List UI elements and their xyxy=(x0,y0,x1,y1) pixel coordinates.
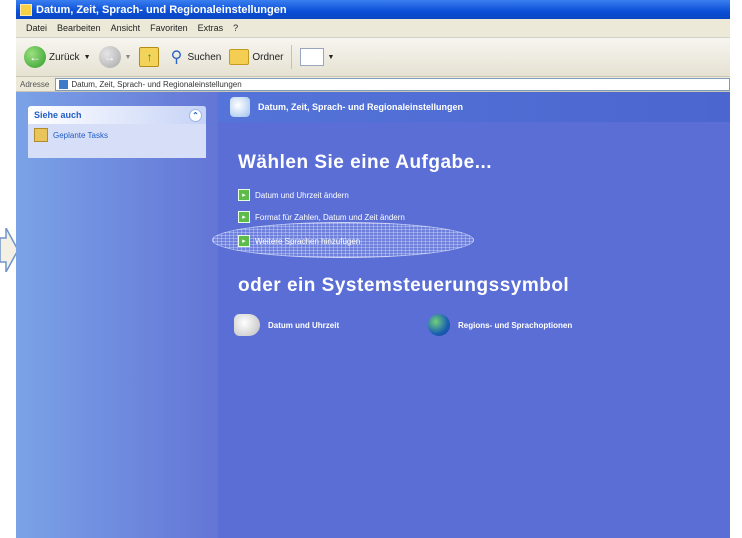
main-pane: Datum, Zeit, Sprach- und Regionaleinstel… xyxy=(212,92,730,538)
address-label: Adresse xyxy=(20,79,50,89)
control-panel-heading: oder ein Systemsteuerungssymbol xyxy=(238,275,570,296)
task-link-format[interactable]: ▸ Format für Zahlen, Datum und Zeit ände… xyxy=(238,211,405,223)
category-header: Datum, Zeit, Sprach- und Regionaleinstel… xyxy=(218,92,730,122)
task-arrow-icon: ▸ xyxy=(238,211,250,223)
back-label: Zurück xyxy=(49,51,80,63)
address-field[interactable]: Datum, Zeit, Sprach- und Regionaleinstel… xyxy=(55,77,730,91)
back-button[interactable]: ← Zurück ▼ xyxy=(24,46,91,68)
chevron-down-icon[interactable]: ▼ xyxy=(84,54,91,61)
menu-item-ansicht[interactable]: Ansicht xyxy=(111,23,141,33)
folders-label: Ordner xyxy=(252,51,284,63)
forward-button[interactable]: → ▼ xyxy=(98,46,132,68)
menu-item-favoriten[interactable]: Favoriten xyxy=(150,23,188,33)
collapse-chevron-icon[interactable]: ⌃ xyxy=(189,109,202,122)
search-button[interactable]: ⚲ Suchen xyxy=(167,48,222,66)
see-also-header[interactable]: Siehe auch ⌃ xyxy=(28,106,206,124)
folder-icon xyxy=(229,49,250,65)
clock-icon xyxy=(234,314,260,336)
folder-up-icon: ↑ xyxy=(139,47,160,67)
task-arrow-icon: ▸ xyxy=(238,189,250,201)
chevron-down-icon[interactable]: ▼ xyxy=(125,54,132,61)
window-title: Datum, Zeit, Sprach- und Regionaleinstel… xyxy=(36,3,287,16)
task-label: Weitere Sprachen hinzufügen xyxy=(255,236,361,246)
control-panel-item-date-time[interactable]: Datum und Uhrzeit xyxy=(234,314,339,336)
see-also-title: Siehe auch xyxy=(34,110,82,120)
task-link-languages[interactable]: ▸ Weitere Sprachen hinzufügen xyxy=(238,235,360,247)
control-panel-item-label: Regions- und Sprachoptionen xyxy=(458,320,573,330)
search-label: Suchen xyxy=(187,51,222,63)
sidebar-item-label: Geplante Tasks xyxy=(53,130,108,140)
task-label: Datum und Uhrzeit ändern xyxy=(255,190,349,200)
menu-item-help[interactable]: ? xyxy=(233,23,238,33)
up-button[interactable]: ↑ xyxy=(139,47,160,67)
chevron-down-icon: ▼ xyxy=(327,53,335,61)
menu-bar: Datei Bearbeiten Ansicht Favoriten Extra… xyxy=(16,19,730,38)
task-link-date-time[interactable]: ▸ Datum und Uhrzeit ändern xyxy=(238,189,349,201)
menu-item-datei[interactable]: Datei xyxy=(26,23,47,33)
sidebar: Siehe auch ⌃ Geplante Tasks xyxy=(16,92,218,538)
toolbar-separator xyxy=(291,45,293,69)
see-also-panel: Siehe auch ⌃ Geplante Tasks xyxy=(28,106,206,158)
scheduled-tasks-icon xyxy=(34,128,48,142)
back-arrow-icon: ← xyxy=(24,46,46,68)
control-panel-item-label: Datum und Uhrzeit xyxy=(268,320,340,330)
date-time-category-icon xyxy=(230,97,250,117)
views-button[interactable]: ▼ xyxy=(300,48,334,66)
sidebar-item-scheduled-tasks[interactable]: Geplante Tasks xyxy=(28,124,206,146)
folders-button[interactable]: Ordner xyxy=(229,49,283,65)
globe-icon xyxy=(428,314,450,336)
search-icon: ⚲ xyxy=(170,49,183,66)
task-heading: Wählen Sie eine Aufgabe... xyxy=(238,152,493,173)
window-icon xyxy=(20,3,32,16)
forward-arrow-icon: → xyxy=(98,46,121,68)
views-icon xyxy=(300,48,325,66)
address-value: Datum, Zeit, Sprach- und Regionaleinstel… xyxy=(71,79,242,89)
task-label: Format für Zahlen, Datum und Zeit ändern xyxy=(255,212,405,222)
toolbar: ← Zurück ▼ → ▼ ↑ ⚲ Suchen Ordner ▼ xyxy=(16,38,730,77)
title-bar[interactable]: Datum, Zeit, Sprach- und Regionaleinstel… xyxy=(16,0,730,19)
address-bar: Adresse Datum, Zeit, Sprach- und Regiona… xyxy=(16,77,730,92)
task-arrow-icon: ▸ xyxy=(238,235,250,247)
explorer-window: Datum, Zeit, Sprach- und Regionaleinstel… xyxy=(16,0,730,538)
control-panel-icon xyxy=(59,79,69,89)
category-title: Datum, Zeit, Sprach- und Regionaleinstel… xyxy=(258,102,464,112)
menu-item-bearbeiten[interactable]: Bearbeiten xyxy=(57,23,101,33)
menu-item-extras[interactable]: Extras xyxy=(198,23,224,33)
control-panel-item-regional[interactable]: Regions- und Sprachoptionen xyxy=(428,314,572,336)
